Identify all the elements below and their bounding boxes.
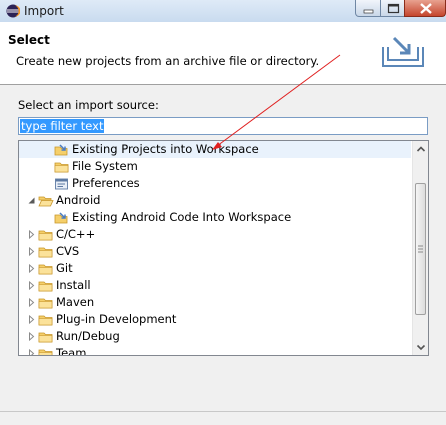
- tree-item[interactable]: Existing Projects into Workspace: [19, 141, 411, 158]
- tree-item-label: Maven: [56, 295, 95, 309]
- vertical-scrollbar[interactable]: [412, 141, 429, 355]
- projects-icon: [54, 144, 68, 156]
- tree-item-label: C/C++: [56, 227, 96, 241]
- collapsed-arrow-icon[interactable]: [27, 230, 36, 239]
- tree-item-label: Android: [56, 193, 101, 207]
- scroll-up-icon[interactable]: [413, 141, 429, 157]
- window-title: Import: [24, 4, 64, 18]
- tree-item[interactable]: CVS: [19, 243, 411, 260]
- tree-item-label: CVS: [56, 244, 80, 258]
- tree-item-label: Git: [56, 261, 73, 275]
- collapsed-arrow-icon[interactable]: [27, 298, 36, 307]
- tree-item-label: Existing Projects into Workspace: [72, 142, 259, 156]
- folder-icon: [38, 264, 53, 275]
- tree-item-label: Preferences: [72, 176, 140, 190]
- tree-item[interactable]: Existing Android Code Into Workspace: [19, 209, 411, 226]
- tree-item[interactable]: Install: [19, 277, 411, 294]
- tree-item-label: Team: [56, 346, 87, 356]
- collapsed-arrow-icon[interactable]: [27, 315, 36, 324]
- folder-open-icon: [38, 196, 54, 207]
- folder-icon: [38, 332, 53, 343]
- folder-icon: [38, 315, 53, 326]
- page-description: Create new projects from an archive file…: [16, 54, 320, 68]
- tree-item-label: Install: [56, 278, 91, 292]
- folder-icon: [38, 230, 53, 241]
- collapsed-arrow-icon[interactable]: [27, 264, 36, 273]
- tree-item[interactable]: Preferences: [19, 175, 411, 192]
- tree-item-label: Run/Debug: [56, 329, 120, 343]
- folder-icon: [38, 281, 53, 292]
- tree-item[interactable]: C/C++: [19, 226, 411, 243]
- eclipse-icon: [6, 4, 20, 18]
- maximize-icon: [387, 3, 400, 14]
- tree-item[interactable]: Android: [19, 192, 411, 209]
- folder-icon: [54, 162, 69, 173]
- tree-item-label: Existing Android Code Into Workspace: [72, 210, 292, 224]
- tree-item[interactable]: Plug-in Development: [19, 311, 411, 328]
- expanded-arrow-icon[interactable]: [27, 196, 36, 205]
- scroll-down-icon[interactable]: [413, 339, 429, 355]
- maximize-button[interactable]: [380, 0, 405, 17]
- import-source-tree[interactable]: Existing Projects into Workspace File Sys…: [18, 140, 429, 356]
- scrollbar-thumb[interactable]: [415, 183, 426, 315]
- tree-item[interactable]: Run/Debug: [19, 328, 411, 345]
- folder-icon: [38, 298, 53, 309]
- import-wizard-icon: [382, 36, 424, 67]
- tree-item[interactable]: Git: [19, 260, 411, 277]
- collapsed-arrow-icon[interactable]: [27, 281, 36, 290]
- wizard-banner: Select Create new projects from an archi…: [0, 22, 446, 85]
- preferences-icon: [55, 178, 68, 190]
- minimize-icon: [363, 9, 374, 14]
- tree-item-label: Plug-in Development: [56, 312, 177, 326]
- folder-icon: [38, 349, 53, 355]
- collapsed-arrow-icon[interactable]: [27, 349, 36, 356]
- tree-item-label: File System: [72, 159, 138, 173]
- dialog-content: Select an import source: type filter tex…: [0, 85, 446, 425]
- page-title: Select: [8, 33, 50, 47]
- title-bar: Import: [0, 0, 446, 23]
- tree-item[interactable]: File System: [19, 158, 411, 175]
- tree-item[interactable]: Maven: [19, 294, 411, 311]
- grip-icon: [418, 245, 423, 253]
- filter-text: type filter text: [20, 119, 105, 133]
- close-button[interactable]: [404, 0, 446, 17]
- minimize-button[interactable]: [355, 0, 381, 17]
- import-source-label: Select an import source:: [18, 98, 159, 112]
- projects-icon: [54, 212, 68, 224]
- folder-icon: [38, 247, 53, 258]
- collapsed-arrow-icon[interactable]: [27, 247, 36, 256]
- close-icon: [420, 3, 432, 14]
- collapsed-arrow-icon[interactable]: [27, 332, 36, 341]
- separator: [0, 411, 446, 412]
- filter-input[interactable]: type filter text: [18, 117, 428, 135]
- tree-item[interactable]: Team: [19, 345, 411, 356]
